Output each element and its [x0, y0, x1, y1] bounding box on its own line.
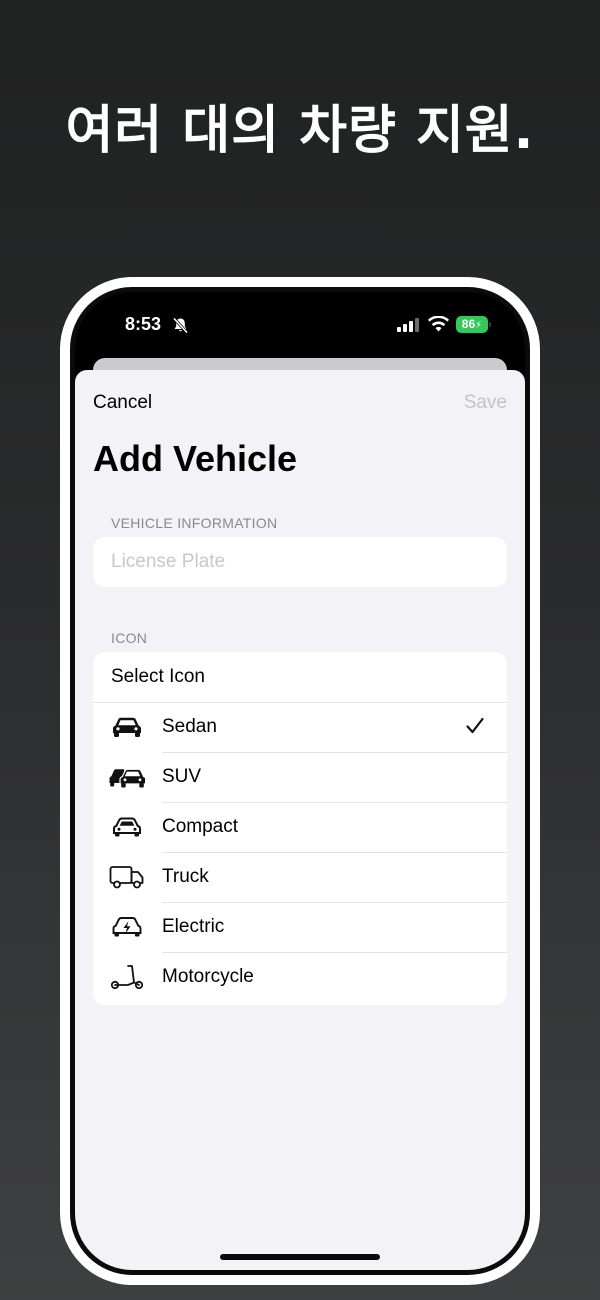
row-divider: [162, 752, 507, 753]
suv-icon: [109, 768, 145, 788]
phone-screen: 8:53 86⚡ Cancel Save Add Vehicle VEHICLE…: [75, 292, 525, 1270]
row-divider: [162, 852, 507, 853]
icon-section-header: ICON: [111, 630, 148, 646]
row-divider: [162, 952, 507, 953]
compact-car-icon: [113, 817, 141, 837]
battery-icon: 86⚡: [456, 316, 491, 333]
icon-option-compact[interactable]: Compact: [93, 802, 507, 852]
checkmark-icon: [466, 717, 484, 734]
option-label: SUV: [162, 766, 202, 787]
icon-picker-card: Select Icon Sedan SUV Compact Truck Elec…: [93, 652, 507, 1005]
license-plate-field[interactable]: [93, 537, 507, 587]
bell-slash-icon: [172, 317, 189, 334]
add-vehicle-sheet: Cancel Save Add Vehicle VEHICLE INFORMAT…: [75, 370, 525, 1270]
row-divider: [162, 902, 507, 903]
status-time: 8:53: [125, 314, 162, 334]
wifi-icon: [428, 316, 449, 332]
icon-option-suv[interactable]: SUV: [93, 752, 507, 802]
truck-icon: [109, 866, 144, 889]
select-icon-label: Select Icon: [111, 666, 205, 687]
vehicle-information-header: VEHICLE INFORMATION: [111, 515, 278, 531]
cancel-button[interactable]: Cancel: [93, 392, 152, 414]
save-button[interactable]: Save: [464, 392, 507, 414]
promo-headline: 여러 대의 차량 지원.: [65, 101, 535, 161]
sedan-icon: [113, 717, 141, 737]
icon-option-sedan[interactable]: Sedan: [93, 702, 507, 752]
option-label: Truck: [162, 866, 209, 887]
license-plate-input[interactable]: [111, 537, 491, 587]
option-label: Motorcycle: [162, 966, 254, 987]
icon-option-electric[interactable]: Electric: [93, 902, 507, 952]
electric-car-icon: [112, 917, 142, 937]
home-indicator[interactable]: [220, 1254, 380, 1260]
option-label: Sedan: [162, 716, 217, 737]
option-label: Compact: [162, 816, 239, 837]
signal-icon: [397, 318, 419, 332]
icon-option-truck[interactable]: Truck: [93, 852, 507, 902]
select-icon-row: Select Icon: [93, 652, 507, 702]
icon-option-motorcycle[interactable]: Motorcycle: [93, 952, 507, 1002]
row-divider: [162, 802, 507, 803]
option-label: Electric: [162, 916, 225, 937]
row-divider: [93, 702, 507, 703]
scooter-icon: [110, 965, 144, 990]
page-title: Add Vehicle: [93, 438, 298, 479]
battery-level: 86: [461, 317, 476, 331]
